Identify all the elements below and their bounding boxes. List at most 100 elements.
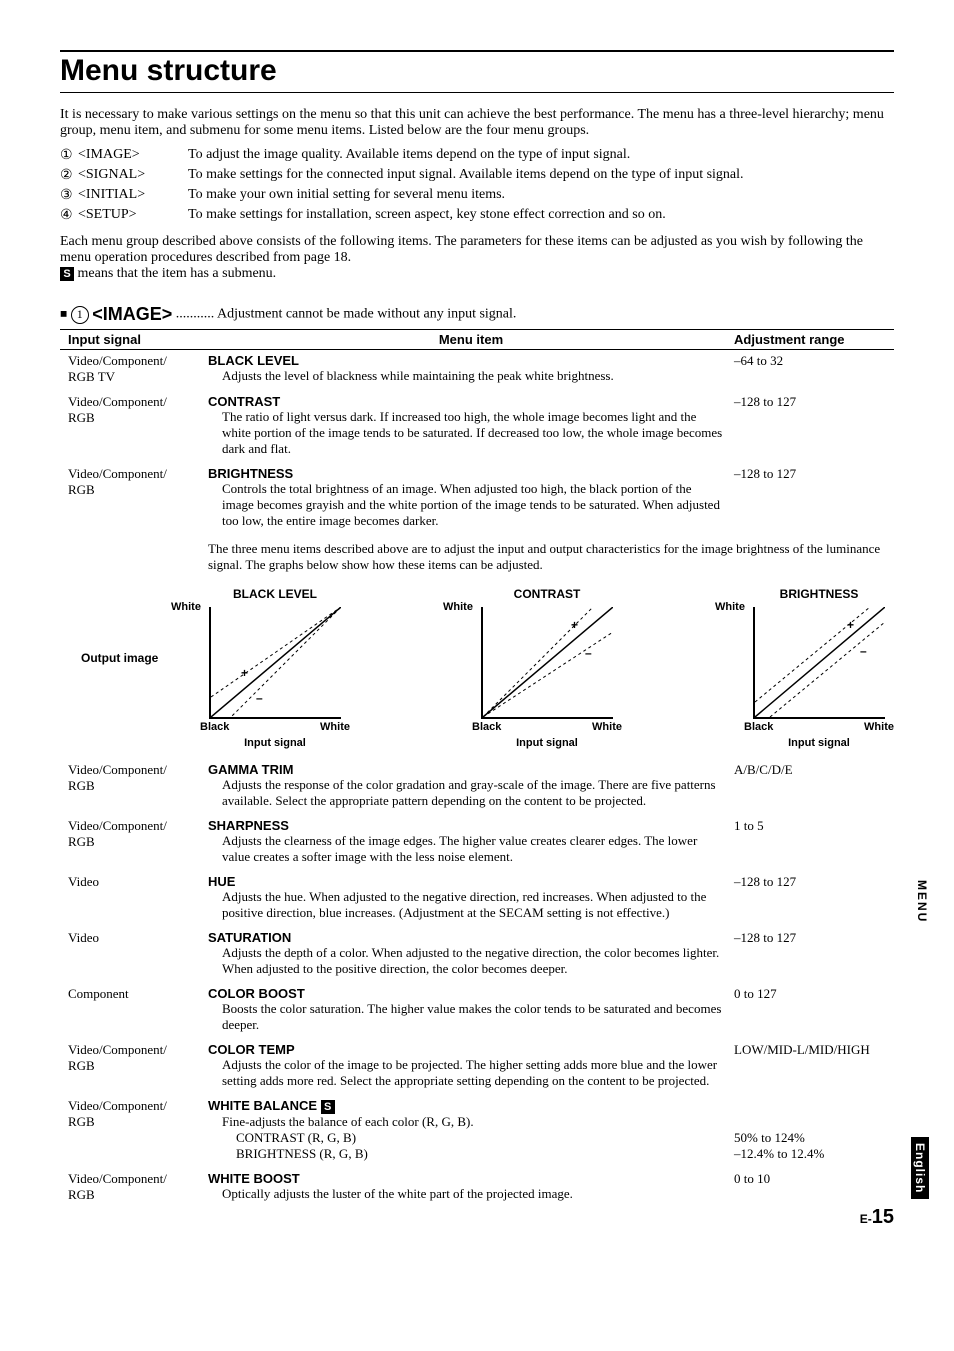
axis-white-x: White xyxy=(864,721,894,733)
cell-range: –64 to 32 xyxy=(734,353,894,385)
cell-title: COLOR BOOST xyxy=(208,986,724,1001)
chart-title: BLACK LEVEL xyxy=(200,587,350,601)
group-row: ① <IMAGE> To adjust the image quality. A… xyxy=(60,147,894,164)
cell-range: –128 to 127 xyxy=(734,874,894,921)
svg-text:+: + xyxy=(571,618,578,632)
cell-desc: Adjusts the clearness of the image edges… xyxy=(208,833,724,865)
page-prefix: E- xyxy=(860,1212,872,1226)
cell-desc: Adjusts the depth of a color. When adjus… xyxy=(208,945,724,977)
section-dots: ........... xyxy=(176,307,215,322)
group-tag: <SIGNAL> xyxy=(78,167,188,184)
post-intro: Each menu group described above consists… xyxy=(60,234,894,282)
table-row: Video/Component/ RGB CONTRAST The ratio … xyxy=(60,391,894,463)
cell-input: Video/Component/ RGB xyxy=(60,394,208,457)
table-row: Video/Component/ RGB TV BLACK LEVEL Adju… xyxy=(60,350,894,391)
cell-input: Component xyxy=(60,986,208,1033)
range-line: –12.4% to 12.4% xyxy=(734,1146,894,1162)
square-bullet-icon: ■ xyxy=(60,307,67,321)
group-num: ④ xyxy=(60,207,78,224)
table-row-white-balance: Video/Component/ RGB WHITE BALANCE S Fin… xyxy=(60,1095,894,1168)
cell-title: CONTRAST xyxy=(208,394,724,409)
cell-sub1: CONTRAST (R, G, B) xyxy=(208,1130,724,1146)
cell-title: BRIGHTNESS xyxy=(208,466,724,481)
chart-lines: + – xyxy=(211,607,341,717)
side-tab-english: English xyxy=(911,1137,929,1199)
chart-lines: + – xyxy=(755,607,885,717)
table-row: Video/Component/ RGB WHITE BOOSTOpticall… xyxy=(60,1168,894,1209)
axis-white: White xyxy=(715,601,745,613)
chart-xlabel: Input signal xyxy=(472,737,622,749)
cell-range: 0 to 10 xyxy=(734,1171,894,1203)
mid-note: The three menu items described above are… xyxy=(208,535,894,583)
menu-groups-list: ① <IMAGE> To adjust the image quality. A… xyxy=(60,147,894,224)
cell-range: 50% to 124% –12.4% to 12.4% xyxy=(734,1098,894,1162)
cell-desc: Adjusts the level of blackness while mai… xyxy=(208,368,724,384)
table-row: Video SATURATIONAdjusts the depth of a c… xyxy=(60,927,894,983)
group-row: ④ <SETUP> To make settings for installat… xyxy=(60,207,894,224)
axis-black: Black xyxy=(472,721,501,733)
table-row: Component COLOR BOOSTBoosts the color sa… xyxy=(60,983,894,1039)
cell-title: BLACK LEVEL xyxy=(208,353,724,368)
chart-contrast: CONTRAST White + – Black White Input sig… xyxy=(472,587,622,749)
cell-range: LOW/MID-L/MID/HIGH xyxy=(734,1042,894,1089)
group-num: ③ xyxy=(60,187,78,204)
cell-input: Video/Component/ RGB xyxy=(60,466,208,529)
chart-box: Output image White + – xyxy=(209,607,341,719)
chart-xlabel: Input signal xyxy=(200,737,350,749)
page-digits: 15 xyxy=(872,1206,894,1228)
group-tag: <INITIAL> xyxy=(78,187,188,204)
cell-range: 1 to 5 xyxy=(734,818,894,865)
group-desc: To make your own initial setting for sev… xyxy=(188,187,894,204)
svg-text:–: – xyxy=(585,646,592,660)
axis-white-x: White xyxy=(320,721,350,733)
th-input: Input signal xyxy=(60,332,208,347)
table-row: Video/Component/ RGB BRIGHTNESS Controls… xyxy=(60,463,894,535)
cell-desc: Adjusts the color of the image to be pro… xyxy=(208,1057,724,1089)
axis-white: White xyxy=(443,601,473,613)
group-num: ① xyxy=(60,147,78,164)
cell-input: Video/Component/ RGB TV xyxy=(60,353,208,385)
cell-input: Video/Component/ RGB xyxy=(60,818,208,865)
section-note: Adjustment cannot be made without any in… xyxy=(217,307,516,322)
cell-desc: Optically adjusts the luster of the whit… xyxy=(208,1186,724,1202)
cell-input: Video/Component/ RGB xyxy=(60,1098,208,1162)
table-row: Video/Component/ RGB COLOR TEMPAdjusts t… xyxy=(60,1039,894,1095)
svg-text:–: – xyxy=(256,691,263,705)
cell-title: WHITE BOOST xyxy=(208,1171,724,1186)
axis-white: White xyxy=(171,601,201,613)
cell-desc: Adjusts the response of the color gradat… xyxy=(208,777,724,809)
svg-text:–: – xyxy=(860,644,867,658)
cell-title: HUE xyxy=(208,874,724,889)
cell-title: WHITE BALANCE S xyxy=(208,1098,724,1114)
cell-desc: Controls the total brightness of an imag… xyxy=(208,481,724,529)
cell-title: SHARPNESS xyxy=(208,818,724,833)
table-row: Video/Component/ RGB SHARPNESSAdjusts th… xyxy=(60,815,894,871)
cell-range: –128 to 127 xyxy=(734,394,894,457)
cell-input: Video/Component/ RGB xyxy=(60,1042,208,1089)
group-num: ② xyxy=(60,167,78,184)
cell-desc: Adjusts the hue. When adjusted to the ne… xyxy=(208,889,724,921)
table-row: Video HUEAdjusts the hue. When adjusted … xyxy=(60,871,894,927)
axis-black: Black xyxy=(744,721,773,733)
submenu-icon: S xyxy=(60,267,74,281)
svg-text:+: + xyxy=(241,666,248,680)
chart-lines: + – xyxy=(483,607,613,717)
section-header: ■ 1 <IMAGE> ........... Adjustment canno… xyxy=(60,304,894,325)
page-number: E-15 xyxy=(860,1206,894,1229)
range-line: 50% to 124% xyxy=(734,1130,894,1146)
group-desc: To adjust the image quality. Available i… xyxy=(188,147,894,164)
cell-input: Video/Component/ RGB xyxy=(60,762,208,809)
group-row: ③ <INITIAL> To make your own initial set… xyxy=(60,187,894,204)
chart-box: White + – xyxy=(753,607,885,719)
page-title: Menu structure xyxy=(60,50,894,93)
cell-range: 0 to 127 xyxy=(734,986,894,1033)
post-text-1: Each menu group described above consists… xyxy=(60,234,863,265)
section-name: <IMAGE> xyxy=(92,304,172,324)
chart-brightness: BRIGHTNESS White + – Black White Input s… xyxy=(744,587,894,749)
group-tag: <SETUP> xyxy=(78,207,188,224)
axis-black: Black xyxy=(200,721,229,733)
cell-input: Video/Component/ RGB xyxy=(60,1171,208,1203)
cell-title: COLOR TEMP xyxy=(208,1042,724,1057)
section-number: 1 xyxy=(71,306,89,324)
group-desc: To make settings for installation, scree… xyxy=(188,207,894,224)
